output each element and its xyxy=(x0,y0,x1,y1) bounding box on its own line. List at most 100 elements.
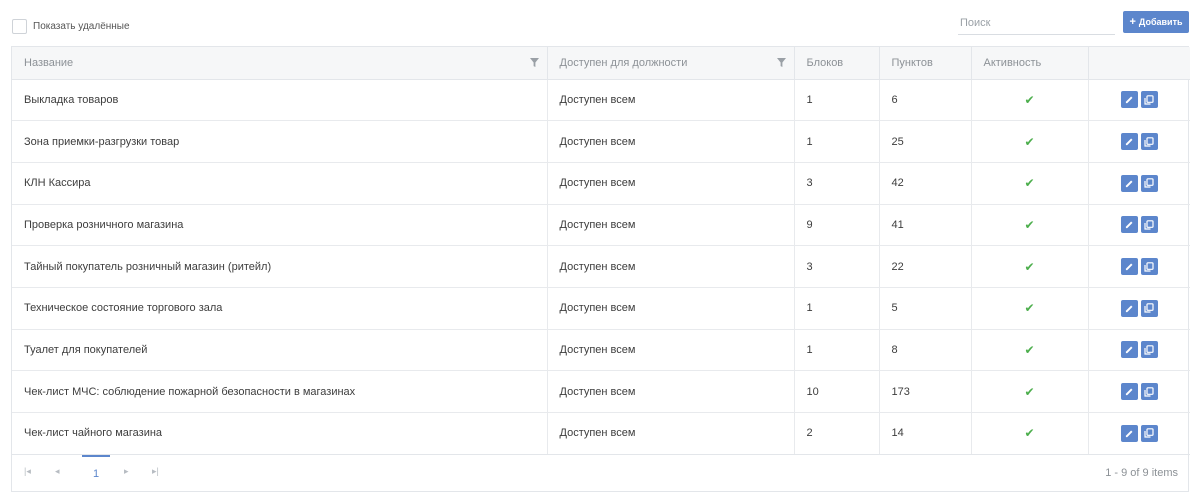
next-page-icon[interactable]: ▸ xyxy=(124,466,129,477)
cell-actions xyxy=(1088,245,1190,288)
pager: |◂ ◂ 1 ▸ ▸| 1 - 9 of 9 items xyxy=(12,454,1188,491)
edit-button[interactable] xyxy=(1120,91,1138,109)
check-icon: ✔ xyxy=(1024,342,1035,357)
cell-name: КЛН Кассира xyxy=(12,162,548,205)
cell-blocks: 1 xyxy=(794,329,880,372)
copy-icon xyxy=(1144,428,1154,438)
table-row[interactable]: Техническое состояние торгового зала Дост… xyxy=(12,287,1190,330)
search-input[interactable] xyxy=(958,11,1115,35)
check-icon: ✔ xyxy=(1024,176,1035,191)
column-header-name[interactable]: Название xyxy=(12,47,548,80)
filter-icon[interactable] xyxy=(776,58,786,67)
edit-button[interactable] xyxy=(1120,174,1138,192)
cell-actions xyxy=(1088,79,1190,122)
cell-blocks: 10 xyxy=(794,370,880,413)
column-header-activity[interactable]: Активность xyxy=(971,47,1089,80)
cell-activity: ✔ xyxy=(971,412,1089,455)
checklists-grid: Название Доступен для должности Блоков П… xyxy=(11,46,1190,492)
copy-button[interactable] xyxy=(1140,91,1158,109)
cell-activity: ✔ xyxy=(971,245,1089,288)
edit-button[interactable] xyxy=(1120,216,1138,234)
edit-button[interactable] xyxy=(1120,133,1138,151)
column-header-position[interactable]: Доступен для должности xyxy=(547,47,795,80)
show-deleted-label: Показать удалённые xyxy=(33,21,130,32)
check-icon: ✔ xyxy=(1024,384,1035,399)
copy-button[interactable] xyxy=(1140,258,1158,276)
cell-name: Туалет для покупателей xyxy=(12,329,548,372)
cell-blocks: 1 xyxy=(794,120,880,163)
cell-items: 6 xyxy=(879,79,972,122)
copy-icon xyxy=(1144,303,1154,313)
column-header-blocks[interactable]: Блоков xyxy=(794,47,880,80)
cell-position: Доступен всем xyxy=(547,120,795,163)
cell-position: Доступен всем xyxy=(547,162,795,205)
cell-blocks: 3 xyxy=(794,162,880,205)
cell-activity: ✔ xyxy=(971,79,1089,122)
copy-button[interactable] xyxy=(1140,383,1158,401)
last-page-icon[interactable]: ▸| xyxy=(152,466,159,477)
table-row[interactable]: КЛН Кассира Доступен всем 3 42 ✔ xyxy=(12,162,1190,205)
table-row[interactable]: Чек-лист чайного магазина Доступен всем 2 1… xyxy=(12,412,1190,455)
add-button[interactable]: + Добавить xyxy=(1123,11,1189,33)
copy-button[interactable] xyxy=(1140,424,1158,442)
cell-blocks: 3 xyxy=(794,245,880,288)
copy-icon xyxy=(1144,386,1154,397)
cell-items: 173 xyxy=(879,370,972,413)
column-header-items[interactable]: Пунктов xyxy=(879,47,972,80)
cell-actions xyxy=(1088,412,1190,455)
cell-activity: ✔ xyxy=(971,120,1089,163)
cell-items: 22 xyxy=(879,245,972,288)
pencil-icon xyxy=(1125,430,1133,437)
copy-button[interactable] xyxy=(1140,133,1158,151)
cell-items: 5 xyxy=(879,287,972,330)
cell-name: Чек-лист МЧС: соблюдение пожарной безопа… xyxy=(12,370,548,413)
table-row[interactable]: Проверка розничного магазина Доступен все… xyxy=(12,204,1190,247)
toolbar: Показать удалённые + Добавить xyxy=(0,0,1200,46)
pencil-icon xyxy=(1125,388,1133,396)
cell-name: Проверка розничного магазина xyxy=(12,204,548,247)
cell-position: Доступен всем xyxy=(547,79,795,122)
edit-button[interactable] xyxy=(1120,424,1138,442)
check-icon: ✔ xyxy=(1024,134,1035,149)
cell-blocks: 2 xyxy=(794,412,880,455)
page-number-current[interactable]: 1 xyxy=(82,454,110,491)
table-row[interactable]: Тайный покупатель розничный магазин (рит… xyxy=(12,245,1190,288)
cell-blocks: 1 xyxy=(794,287,880,330)
pencil-icon xyxy=(1125,305,1133,312)
check-icon: ✔ xyxy=(1024,217,1035,232)
cell-position: Доступен всем xyxy=(547,287,795,330)
table-body: Выкладка товаров Доступен всем 1 6 ✔ Зона при… xyxy=(12,79,1190,455)
checklists-table: Название Доступен для должности Блоков П… xyxy=(12,47,1190,455)
copy-button[interactable] xyxy=(1140,216,1158,234)
first-page-icon[interactable]: |◂ xyxy=(24,466,31,477)
copy-button[interactable] xyxy=(1140,174,1158,192)
show-deleted-toggle[interactable]: Показать удалённые xyxy=(12,19,130,34)
prev-page-icon[interactable]: ◂ xyxy=(55,466,60,477)
cell-activity: ✔ xyxy=(971,162,1089,205)
edit-button[interactable] xyxy=(1120,341,1138,359)
cell-actions xyxy=(1088,329,1190,372)
copy-icon xyxy=(1144,220,1154,230)
table-row[interactable]: Выкладка товаров Доступен всем 1 6 ✔ xyxy=(12,79,1190,122)
cell-name: Зона приемки-разгрузки товар xyxy=(12,120,548,163)
pager-info: 1 - 9 of 9 items xyxy=(1105,466,1178,479)
table-row[interactable]: Туалет для покупателей Доступен всем 1 8 ✔ xyxy=(12,329,1190,372)
filter-icon[interactable] xyxy=(529,58,539,67)
cell-items: 14 xyxy=(879,412,972,455)
show-deleted-checkbox[interactable] xyxy=(12,19,27,34)
cell-activity: ✔ xyxy=(971,287,1089,330)
edit-button[interactable] xyxy=(1120,299,1138,317)
copy-button[interactable] xyxy=(1140,299,1158,317)
cell-items: 42 xyxy=(879,162,972,205)
cell-name: Выкладка товаров xyxy=(12,79,548,122)
table-row[interactable]: Зона приемки-разгрузки товар Доступен все… xyxy=(12,120,1190,163)
copy-button[interactable] xyxy=(1140,341,1158,359)
check-icon: ✔ xyxy=(1024,426,1035,441)
check-icon: ✔ xyxy=(1024,301,1035,316)
cell-name: Чек-лист чайного магазина xyxy=(12,412,548,455)
cell-actions xyxy=(1088,162,1190,205)
edit-button[interactable] xyxy=(1120,258,1138,276)
edit-button[interactable] xyxy=(1120,383,1138,401)
table-row[interactable]: Чек-лист МЧС: соблюдение пожарной безопа… xyxy=(12,370,1190,413)
cell-position: Доступен всем xyxy=(547,245,795,288)
